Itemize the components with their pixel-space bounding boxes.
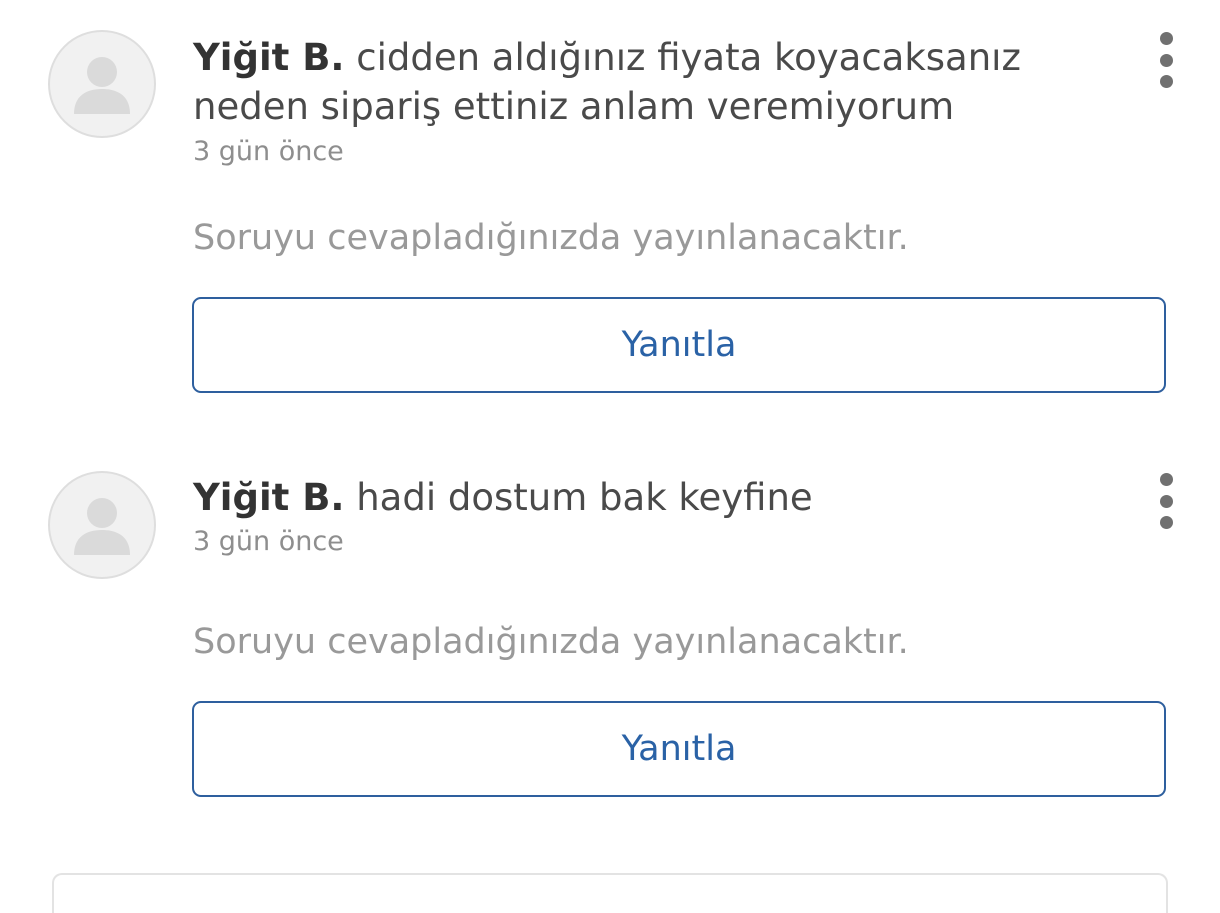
reply-button[interactable]: Yanıtla — [192, 297, 1166, 393]
question-author: Yiğit B. — [193, 476, 345, 519]
question-time: 3 gün önce — [193, 136, 344, 167]
user-silhouette-icon — [74, 57, 130, 114]
pending-answer-note: Soruyu cevapladığınızda yayınlanacaktır. — [193, 622, 909, 662]
more-vertical-icon — [1159, 473, 1173, 486]
question-text: Yiğit B. cidden aldığınız fiyata koyacak… — [193, 33, 1093, 131]
reply-button[interactable]: Yanıtla — [192, 701, 1166, 797]
more-options-button[interactable] — [1146, 32, 1186, 88]
question-author: Yiğit B. — [193, 36, 345, 79]
question-time: 3 gün önce — [193, 526, 344, 557]
pending-answer-note: Soruyu cevapladığınızda yayınlanacaktır. — [193, 218, 909, 258]
next-card-edge — [52, 873, 1168, 913]
more-vertical-icon — [1159, 32, 1173, 45]
menu-dot — [1159, 516, 1173, 529]
menu-dot — [1159, 53, 1173, 67]
menu-dot — [1159, 494, 1173, 508]
menu-dot — [1159, 75, 1173, 88]
user-avatar — [48, 471, 156, 579]
user-avatar — [48, 30, 156, 138]
question-body: hadi dostum bak keyfine — [356, 476, 813, 519]
user-silhouette-icon — [74, 498, 130, 555]
more-options-button[interactable] — [1146, 473, 1186, 529]
question-text: Yiğit B. hadi dostum bak keyfine — [193, 473, 1093, 522]
